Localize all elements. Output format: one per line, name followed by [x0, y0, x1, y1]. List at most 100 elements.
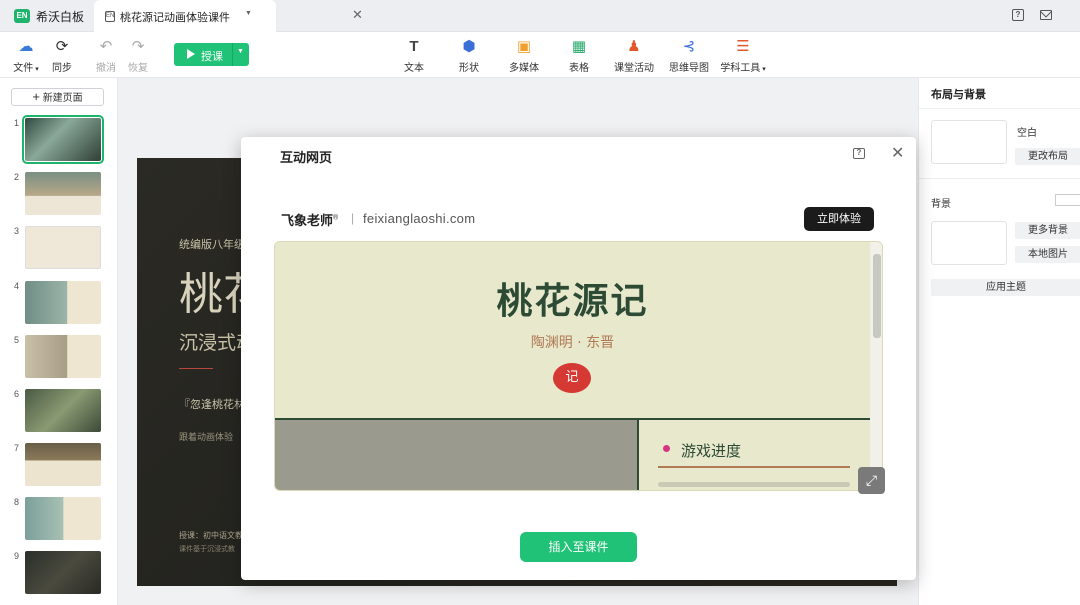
slide-quote: 『忽逢桃花林 [179, 398, 245, 411]
sync-button[interactable]: ⟳ 同步 [50, 38, 74, 74]
page-number: 4 [14, 281, 20, 291]
redo-button[interactable]: ↷ 恢复 [126, 38, 150, 74]
interactive-webpage-dialog: 互动网页 ? ✕ 飞象老师® | feixianglaoshi.com 立即体验… [241, 137, 916, 580]
activity-label: 课堂活动 [614, 63, 654, 74]
help-icon[interactable]: ? [1012, 9, 1024, 21]
scrollbar-thumb[interactable] [873, 254, 881, 338]
text-tool[interactable]: T 文本 [400, 38, 428, 74]
page-number: 1 [14, 118, 20, 128]
page-thumbnail[interactable] [25, 226, 101, 269]
page-number: 6 [14, 389, 20, 399]
new-page-button[interactable]: + 新建页面 [11, 88, 104, 106]
table-tool[interactable]: ▦ 表格 [565, 38, 593, 74]
text-icon: T [409, 38, 419, 55]
game-progress-bar [658, 482, 850, 487]
cloud-icon: ☁ [18, 38, 34, 55]
layout-preview[interactable] [931, 120, 1007, 164]
page-number: 5 [14, 335, 20, 345]
title-bar: EN 希沃白板 EN 桃花源记动画体验课件 ▼ ✕ ? [0, 0, 1080, 32]
shape-tool[interactable]: ⬢ 形状 [455, 38, 483, 74]
shape-icon: ⬢ [462, 38, 476, 55]
layout-background-panel: 布局与背景 空白 更改布局 背景 更多背景 本地图片 应用主题 [918, 78, 1080, 605]
undo-label: 撤消 [96, 63, 116, 74]
try-now-button[interactable]: 立即体验 [804, 207, 874, 231]
slide-footer: 授课：初中语文教 [179, 531, 243, 540]
apply-theme-button[interactable]: 应用主题 [931, 279, 1080, 296]
page-thumbnail[interactable] [25, 443, 101, 486]
slide-note: 跟着动画体验 [179, 433, 234, 443]
change-layout-button[interactable]: 更改布局 [1015, 148, 1080, 165]
page-thumbnail[interactable] [25, 551, 101, 594]
close-icon[interactable]: ✕ [891, 143, 904, 163]
preview-subtitle: 陶渊明 · 东晋 [530, 335, 615, 351]
media-label: 多媒体 [509, 63, 539, 74]
background-preview[interactable] [931, 221, 1007, 265]
app-logo-icon: EN [14, 9, 30, 23]
preview-seal: 记 [553, 363, 591, 393]
slide-footer-note: 课件基于沉浸式教 [179, 545, 235, 553]
page-number: 8 [14, 497, 20, 507]
more-background-button[interactable]: 更多背景 [1015, 222, 1080, 239]
local-image-button[interactable]: 本地图片 [1015, 246, 1080, 263]
media-tool[interactable]: ▣ 多媒体 [508, 38, 540, 74]
preview-title: 桃花源记 [496, 280, 649, 322]
teach-label: 授课 [201, 51, 223, 63]
subject-tools-icon: ☰ [736, 38, 750, 55]
panel-title: 布局与背景 [931, 89, 986, 101]
activity-icon: ♟ [627, 38, 641, 55]
table-icon: ▦ [571, 38, 587, 55]
table-label: 表格 [569, 63, 589, 74]
shape-label: 形状 [459, 63, 479, 74]
preview-scrollbar[interactable] [870, 242, 882, 490]
main-toolbar [0, 32, 1080, 78]
page-thumbnail[interactable] [25, 389, 101, 432]
page-number: 9 [14, 551, 20, 561]
redo-label: 恢复 [128, 63, 148, 74]
slide-subtitle: 统编版八年级 [179, 238, 245, 251]
undo-icon: ↶ [99, 38, 113, 55]
document-tab[interactable]: EN 桃花源记动画体验课件 ▼ ✕ [94, 0, 363, 32]
mindmap-icon: ⊰ [682, 38, 696, 55]
file-label: 文件 [13, 63, 34, 74]
mindmap-label: 思维导图 [669, 63, 709, 74]
document-icon: EN [105, 11, 115, 22]
subject-tools-menu[interactable]: ☰ 学科工具 ▾ [719, 38, 767, 74]
file-menu[interactable]: ☁ 文件 ▾ [12, 38, 40, 74]
chevron-down-icon[interactable]: ▼ [245, 10, 252, 17]
help-icon[interactable]: ? [853, 148, 865, 159]
mindmap-tool[interactable]: ⊰ 思维导图 [667, 38, 711, 74]
new-page-label: 新建页面 [42, 93, 83, 104]
progress-dot-icon [663, 445, 670, 452]
dialog-title: 互动网页 [280, 150, 333, 165]
subject-label: 学科工具 [720, 63, 761, 74]
page-thumbnail[interactable] [25, 497, 101, 540]
mail-icon[interactable] [1040, 10, 1052, 20]
background-color-swatch[interactable] [1055, 194, 1080, 206]
app-name: 希沃白板 [36, 10, 85, 24]
brand-name: 飞象老师® [281, 213, 339, 228]
page-thumbnail[interactable] [22, 115, 104, 164]
teach-dropdown-icon[interactable]: ▼ [237, 48, 244, 55]
activity-tool[interactable]: ♟ 课堂活动 [612, 38, 656, 74]
insert-to-courseware-button[interactable]: 插入至课件 [520, 532, 637, 562]
expand-icon[interactable]: ⤢ [858, 467, 885, 494]
webpage-preview[interactable]: 桃花源记 陶渊明 · 东晋 记 游戏进度 [274, 241, 883, 491]
image-icon: ▣ [516, 38, 532, 55]
tab-title: 桃花源记动画体验课件 [120, 12, 230, 24]
teach-button[interactable]: 授课 ▼ [174, 43, 249, 66]
game-progress-label: 游戏进度 [681, 442, 742, 460]
sync-label: 同步 [52, 63, 72, 74]
page-number: 2 [14, 172, 20, 182]
brand-url[interactable]: feixianglaoshi.com [363, 211, 475, 226]
preview-image-area [275, 420, 638, 490]
page-thumbnail[interactable] [25, 281, 101, 324]
undo-button[interactable]: ↶ 撤消 [94, 38, 118, 74]
page-thumbnail[interactable] [25, 335, 101, 378]
tab-close-icon[interactable]: ✕ [352, 7, 363, 23]
page-thumbnail[interactable] [25, 172, 101, 215]
background-label: 背景 [931, 199, 951, 210]
text-label: 文本 [404, 63, 424, 74]
sync-icon: ⟳ [55, 38, 69, 55]
page-number: 3 [14, 226, 20, 236]
page-number: 7 [14, 443, 20, 453]
